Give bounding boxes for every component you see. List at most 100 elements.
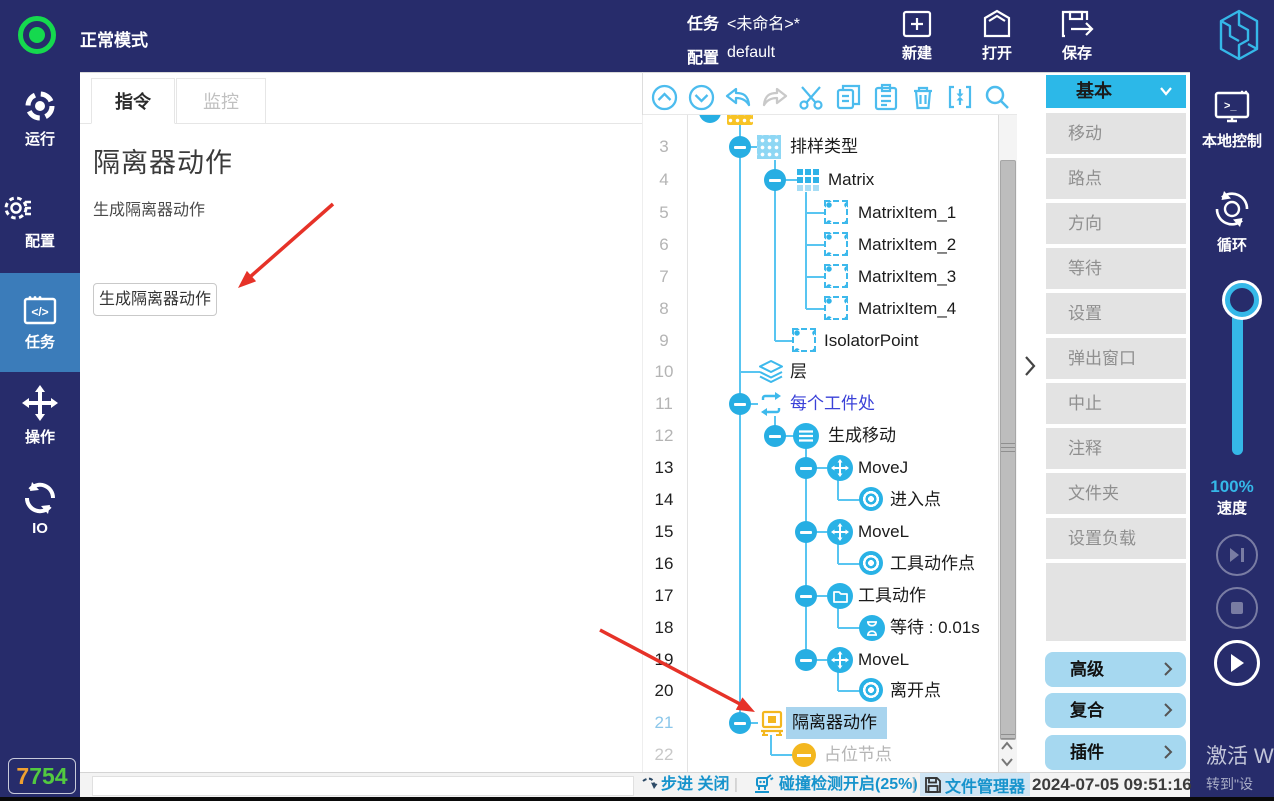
copy-icon[interactable]: [835, 83, 863, 111]
tree-node-label[interactable]: 每个工件处: [790, 388, 875, 420]
tree-node-label[interactable]: MoveL: [858, 516, 909, 548]
palette-item-payload[interactable]: 设置负载: [1046, 518, 1186, 559]
foreach-loop-icon[interactable]: [758, 391, 784, 417]
tree-node-label[interactable]: 工具动作点: [890, 548, 975, 580]
waypoint-icon[interactable]: [859, 487, 883, 511]
collapse-icon[interactable]: [764, 425, 786, 447]
play-button[interactable]: [1214, 640, 1260, 686]
palette-item-popup[interactable]: 弹出窗口: [1046, 338, 1186, 379]
tree-node-label[interactable]: 离开点: [890, 675, 941, 707]
matrix-item-icon[interactable]: [824, 264, 848, 288]
alarm-count-badge[interactable]: 7754: [8, 758, 76, 794]
tree-node-label[interactable]: IsolatorPoint: [824, 325, 919, 357]
tree-node-label[interactable]: MatrixItem_2: [858, 229, 956, 261]
save-task-button[interactable]: 保存: [1051, 8, 1103, 63]
tree-node-label[interactable]: 层: [790, 356, 807, 388]
palette-item-waypoint[interactable]: 路点: [1046, 158, 1186, 199]
wait-hourglass-icon[interactable]: [859, 615, 885, 641]
movel-icon[interactable]: [827, 647, 853, 673]
matrix-item-icon[interactable]: [824, 200, 848, 224]
palette-item-comment[interactable]: 注释: [1046, 428, 1186, 469]
tree-node-label[interactable]: 生成移动: [828, 420, 896, 452]
collapse-icon[interactable]: [729, 393, 751, 415]
sidebar-item-run[interactable]: 运行: [0, 88, 80, 149]
redo-icon[interactable]: [761, 83, 789, 111]
speed-slider-knob[interactable]: [1225, 283, 1259, 317]
isolator-point-icon[interactable]: [792, 328, 816, 352]
tree-node-label[interactable]: 占位节点: [824, 739, 892, 771]
tool-action-icon[interactable]: [827, 583, 853, 609]
generate-isolator-action-button[interactable]: 生成隔离器动作: [93, 283, 217, 316]
open-task-button[interactable]: 打开: [971, 8, 1023, 63]
root-node-icon[interactable]: [727, 115, 753, 125]
merge-icon[interactable]: [946, 83, 974, 111]
stop-button[interactable]: [1216, 587, 1258, 629]
collapse-icon[interactable]: [795, 585, 817, 607]
matrix-item-icon[interactable]: [824, 232, 848, 256]
collapse-icon[interactable]: [764, 169, 786, 191]
tree-node-label-selected[interactable]: 隔离器动作: [786, 707, 887, 739]
speed-slider[interactable]: [1232, 295, 1243, 455]
collapse-icon[interactable]: [795, 649, 817, 671]
skip-button[interactable]: [1216, 534, 1258, 576]
move-up-icon[interactable]: [650, 83, 678, 111]
waypoint-icon[interactable]: [859, 678, 883, 702]
layers-icon[interactable]: [758, 359, 784, 385]
step-mode-status[interactable]: 步进 关闭: [661, 772, 729, 797]
generate-move-icon[interactable]: [793, 423, 819, 449]
scroll-up-icon[interactable]: [999, 739, 1015, 753]
palette-item-direction[interactable]: 方向: [1046, 203, 1186, 244]
tree-node-label[interactable]: MatrixItem_1: [858, 197, 956, 229]
tree-node-label[interactable]: 等待 : 0.01s: [890, 612, 980, 644]
tree-scrollbar-thumb[interactable]: [1000, 160, 1016, 740]
collision-detect-status[interactable]: 碰撞检测开启(25%): [779, 772, 918, 797]
matrix-item-icon[interactable]: [824, 296, 848, 320]
movel-icon[interactable]: [827, 519, 853, 545]
palette-item-wait[interactable]: 等待: [1046, 248, 1186, 289]
palette-group-advanced[interactable]: 高级: [1045, 652, 1186, 687]
palette-item-abort[interactable]: 中止: [1046, 383, 1186, 424]
tree-node-label[interactable]: Matrix: [828, 164, 874, 196]
tree-node-label[interactable]: 工具动作: [858, 580, 926, 612]
movej-icon[interactable]: [827, 455, 853, 481]
collapse-icon[interactable]: [795, 457, 817, 479]
search-icon[interactable]: [983, 83, 1011, 111]
placeholder-node-icon[interactable]: [792, 743, 816, 767]
waypoint-icon[interactable]: [859, 551, 883, 575]
palette-group-composite[interactable]: 复合: [1045, 693, 1186, 728]
palette-item-folder[interactable]: 文件夹: [1046, 473, 1186, 514]
matrix-icon[interactable]: [797, 169, 819, 191]
cut-icon[interactable]: [798, 83, 826, 111]
tree-node-label[interactable]: 进入点: [890, 484, 941, 516]
collapse-icon[interactable]: [795, 521, 817, 543]
palette-item-set[interactable]: 设置: [1046, 293, 1186, 334]
tab-instruction[interactable]: 指令: [91, 78, 175, 124]
palette-header-basic[interactable]: 基本: [1046, 75, 1186, 108]
sidebar-item-task[interactable]: </> 任务: [0, 273, 80, 372]
delete-icon[interactable]: [909, 83, 937, 111]
palette-item-move[interactable]: 移动: [1046, 113, 1186, 154]
tree-node-label[interactable]: MatrixItem_4: [858, 293, 956, 325]
file-manager-button[interactable]: 文件管理器: [920, 773, 1030, 796]
collapse-icon[interactable]: [729, 712, 751, 734]
tab-monitor[interactable]: 监控: [176, 78, 266, 124]
palette-group-plugin[interactable]: 插件: [1045, 735, 1186, 770]
move-down-icon[interactable]: [687, 83, 715, 111]
new-task-button[interactable]: 新建: [891, 8, 943, 63]
local-control-button[interactable]: >_ 本地控制: [1190, 90, 1274, 151]
collapse-icon[interactable]: [729, 136, 751, 158]
panel-expander[interactable]: [1019, 346, 1041, 386]
sidebar-item-config[interactable]: 配置: [0, 190, 80, 251]
tree-node-label[interactable]: MoveL: [858, 644, 909, 676]
tree-node-label[interactable]: MoveJ: [858, 452, 908, 484]
loop-button[interactable]: 循环: [1190, 188, 1274, 255]
tree-node-label[interactable]: 排样类型: [790, 131, 858, 163]
paste-icon[interactable]: [872, 83, 900, 111]
undo-icon[interactable]: [724, 83, 752, 111]
sidebar-item-io[interactable]: IO: [0, 480, 80, 537]
nesting-type-icon[interactable]: [757, 135, 781, 159]
tree-node-label[interactable]: MatrixItem_3: [858, 261, 956, 293]
sidebar-item-jog[interactable]: 操作: [0, 384, 80, 447]
isolator-action-icon[interactable]: [758, 709, 786, 737]
scroll-down-icon[interactable]: [999, 755, 1015, 769]
